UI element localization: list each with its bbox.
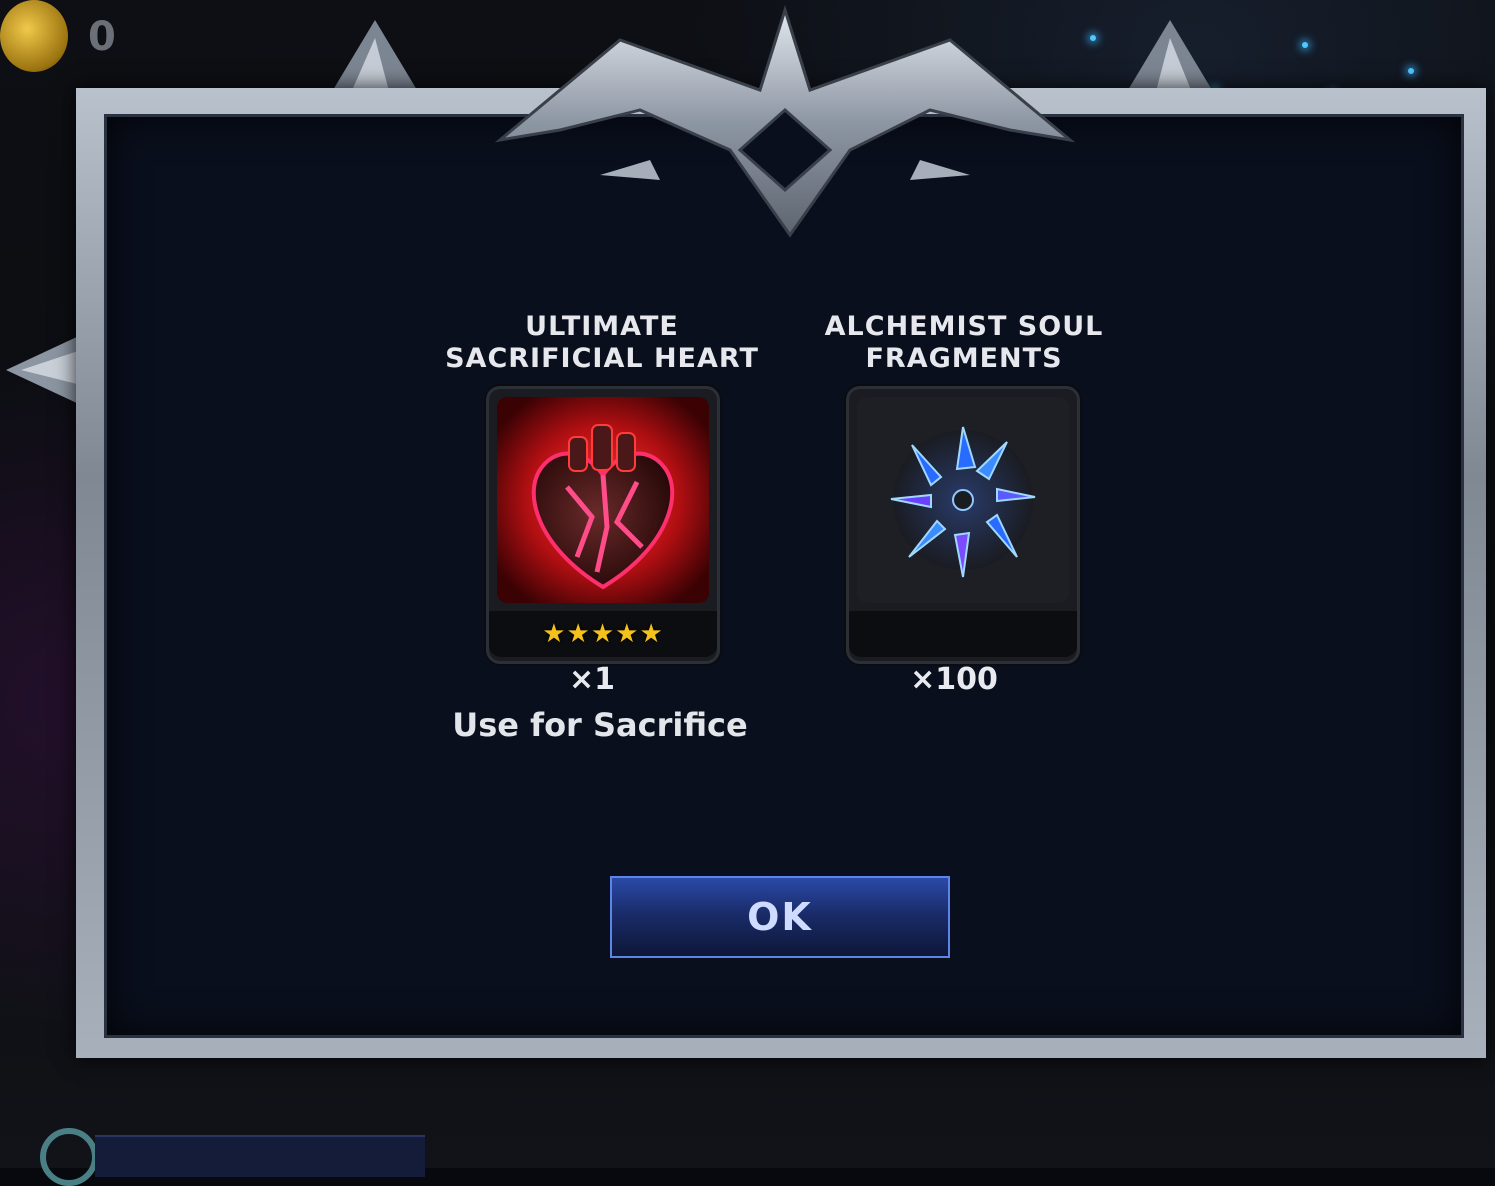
reward-item-title: ALCHEMIST SOUL FRAGMENTS bbox=[804, 311, 1124, 375]
gold-coin-icon bbox=[0, 0, 68, 72]
spike-ornament bbox=[6, 335, 81, 405]
tile-footer: ★★★★★ bbox=[489, 611, 717, 657]
spark-particle bbox=[1302, 42, 1308, 48]
menu-ring-icon[interactable] bbox=[40, 1128, 98, 1186]
reward-tile-sacrificial-heart[interactable]: ★★★★★ bbox=[486, 386, 720, 664]
item-usage-note: Use for Sacrifice bbox=[452, 706, 748, 744]
item-quantity: ×100 bbox=[910, 662, 998, 697]
tile-footer bbox=[849, 611, 1077, 657]
coin-count: 0 bbox=[88, 14, 116, 60]
item-quantity: ×1 bbox=[568, 662, 615, 697]
sacrificial-heart-icon bbox=[497, 397, 709, 603]
bottom-nav-bar bbox=[95, 1135, 425, 1177]
star-rating-icon: ★★★★★ bbox=[542, 619, 664, 649]
spark-particle bbox=[1408, 68, 1414, 74]
item-title-line: FRAGMENTS bbox=[865, 343, 1063, 374]
reward-item-title: ULTIMATE SACRIFICIAL HEART bbox=[445, 311, 758, 375]
ok-button[interactable]: OK bbox=[610, 876, 950, 958]
spark-particle bbox=[1090, 35, 1096, 41]
item-title-line: ULTIMATE bbox=[525, 311, 679, 342]
spike-ornament bbox=[1125, 20, 1215, 95]
item-title-line: ALCHEMIST SOUL bbox=[824, 311, 1104, 342]
spike-ornament bbox=[330, 20, 420, 95]
crown-ornament-icon bbox=[494, 4, 1076, 238]
reward-tile-soul-fragments[interactable] bbox=[846, 386, 1080, 664]
soul-fragments-icon bbox=[857, 397, 1069, 603]
item-title-line: SACRIFICIAL HEART bbox=[445, 343, 759, 374]
